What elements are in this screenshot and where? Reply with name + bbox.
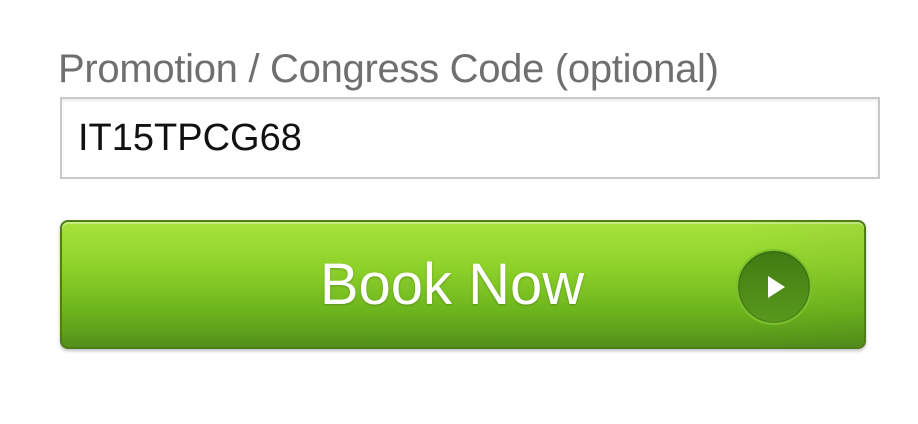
booking-form: Promotion / Congress Code (optional) Boo… [0, 0, 918, 424]
promo-code-label: Promotion / Congress Code (optional) [58, 47, 719, 91]
promo-code-input[interactable] [60, 97, 880, 179]
book-now-button[interactable]: Book Now [60, 220, 866, 349]
play-circle-icon [736, 249, 812, 325]
